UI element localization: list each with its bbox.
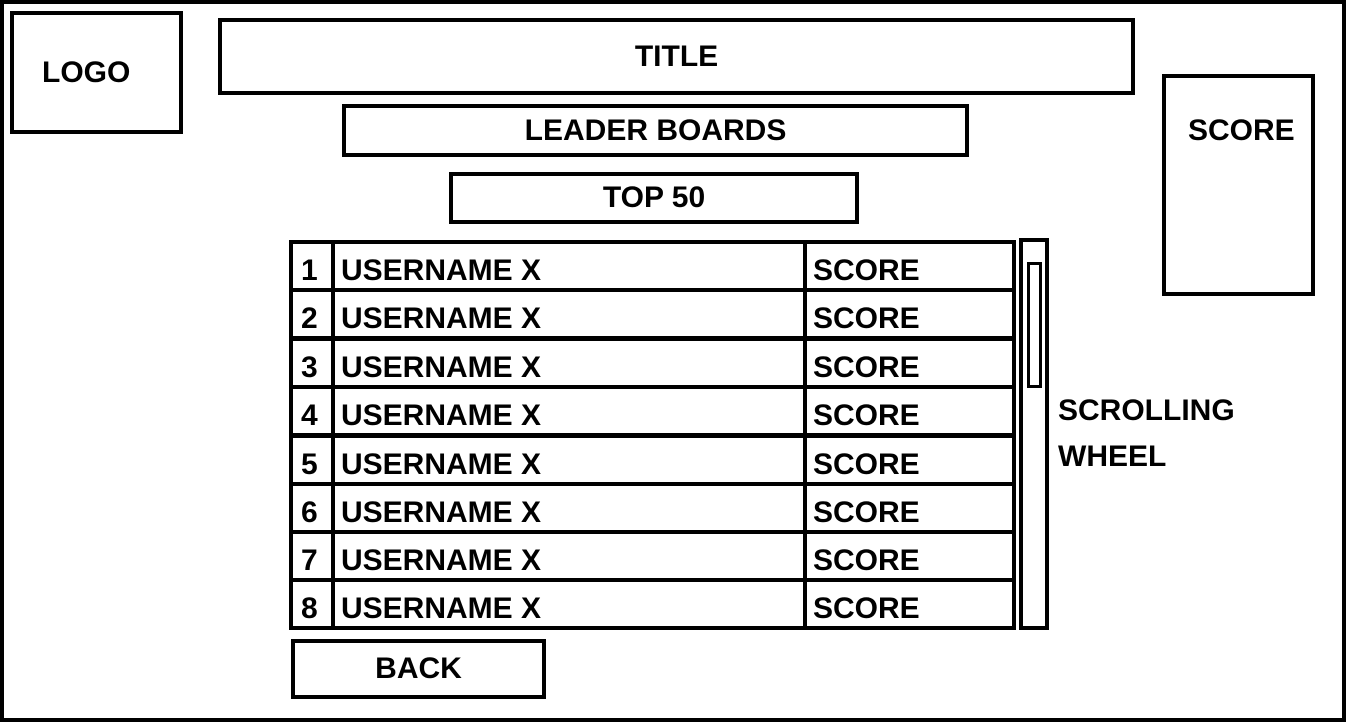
logo-label: LOGO [42, 56, 131, 89]
score-cell: SCORE [803, 240, 1016, 292]
table-row[interactable]: 3 USERNAME X SCORE [289, 337, 1016, 389]
username-label: USERNAME X [341, 351, 542, 384]
score-label: SCORE [813, 399, 920, 432]
title-label: TITLE [634, 39, 719, 73]
rank-label: 8 [301, 592, 318, 625]
page-title: TITLE [218, 18, 1135, 95]
rank-label: 6 [301, 496, 318, 529]
username-cell: USERNAME X [331, 288, 807, 340]
rank-cell: 2 [289, 288, 335, 340]
rank-label: 3 [301, 351, 318, 384]
scrolling-wheel-annotation: SCROLLING WHEEL [1058, 388, 1235, 480]
back-button-label: BACK [375, 652, 462, 685]
rank-cell: 4 [289, 385, 335, 437]
username-cell: USERNAME X [331, 434, 807, 486]
username-label: USERNAME X [341, 592, 542, 625]
username-label: USERNAME X [341, 254, 542, 287]
username-cell: USERNAME X [331, 385, 807, 437]
leader-boards-heading: LEADER BOARDS [342, 104, 969, 157]
score-cell: SCORE [803, 385, 1016, 437]
username-cell: USERNAME X [331, 482, 807, 534]
rank-cell: 5 [289, 434, 335, 486]
score-cell: SCORE [803, 482, 1016, 534]
score-cell: SCORE [803, 288, 1016, 340]
score-cell: SCORE [803, 337, 1016, 389]
rank-label: 4 [301, 399, 318, 432]
rank-cell: 7 [289, 530, 335, 582]
top-50-label: TOP 50 [602, 181, 706, 214]
username-cell: USERNAME X [331, 530, 807, 582]
username-cell: USERNAME X [331, 578, 807, 630]
score-cell: SCORE [803, 578, 1016, 630]
rank-cell: 3 [289, 337, 335, 389]
rank-cell: 1 [289, 240, 335, 292]
table-row[interactable]: 5 USERNAME X SCORE [289, 434, 1016, 486]
table-row[interactable]: 2 USERNAME X SCORE [289, 288, 1016, 340]
username-label: USERNAME X [341, 496, 542, 529]
rank-label: 2 [301, 302, 318, 335]
scroll-note-line-1: SCROLLING [1058, 394, 1235, 427]
leaderboard-table: 1 USERNAME X SCORE 2 USERNAME X SCORE 3 … [289, 240, 1016, 630]
logo: LOGO [10, 11, 183, 134]
scrollbar-thumb[interactable] [1027, 262, 1042, 388]
score-panel: SCORE [1162, 74, 1315, 296]
username-label: USERNAME X [341, 448, 542, 481]
username-label: USERNAME X [341, 544, 542, 577]
back-button[interactable]: BACK [291, 639, 546, 699]
username-label: USERNAME X [341, 302, 542, 335]
table-row[interactable]: 7 USERNAME X SCORE [289, 530, 1016, 582]
table-row[interactable]: 1 USERNAME X SCORE [289, 240, 1016, 292]
score-label: SCORE [813, 592, 920, 625]
leader-boards-label: LEADER BOARDS [524, 113, 787, 147]
score-label: SCORE [813, 351, 920, 384]
rank-cell: 8 [289, 578, 335, 630]
top-50-heading: TOP 50 [449, 172, 859, 224]
scroll-note-line-2: WHEEL [1058, 440, 1167, 473]
username-cell: USERNAME X [331, 337, 807, 389]
score-panel-label: SCORE [1188, 114, 1295, 147]
rank-label: 5 [301, 448, 318, 481]
username-label: USERNAME X [341, 399, 542, 432]
score-label: SCORE [813, 544, 920, 577]
rank-label: 7 [301, 544, 318, 577]
rank-label: 1 [301, 254, 318, 287]
score-label: SCORE [813, 302, 920, 335]
score-cell: SCORE [803, 434, 1016, 486]
table-row[interactable]: 4 USERNAME X SCORE [289, 385, 1016, 437]
score-label: SCORE [813, 254, 920, 287]
scrollbar[interactable] [1019, 238, 1049, 630]
rank-cell: 6 [289, 482, 335, 534]
username-cell: USERNAME X [331, 240, 807, 292]
table-row[interactable]: 8 USERNAME X SCORE [289, 578, 1016, 630]
score-label: SCORE [813, 496, 920, 529]
score-label: SCORE [813, 448, 920, 481]
table-row[interactable]: 6 USERNAME X SCORE [289, 482, 1016, 534]
score-cell: SCORE [803, 530, 1016, 582]
